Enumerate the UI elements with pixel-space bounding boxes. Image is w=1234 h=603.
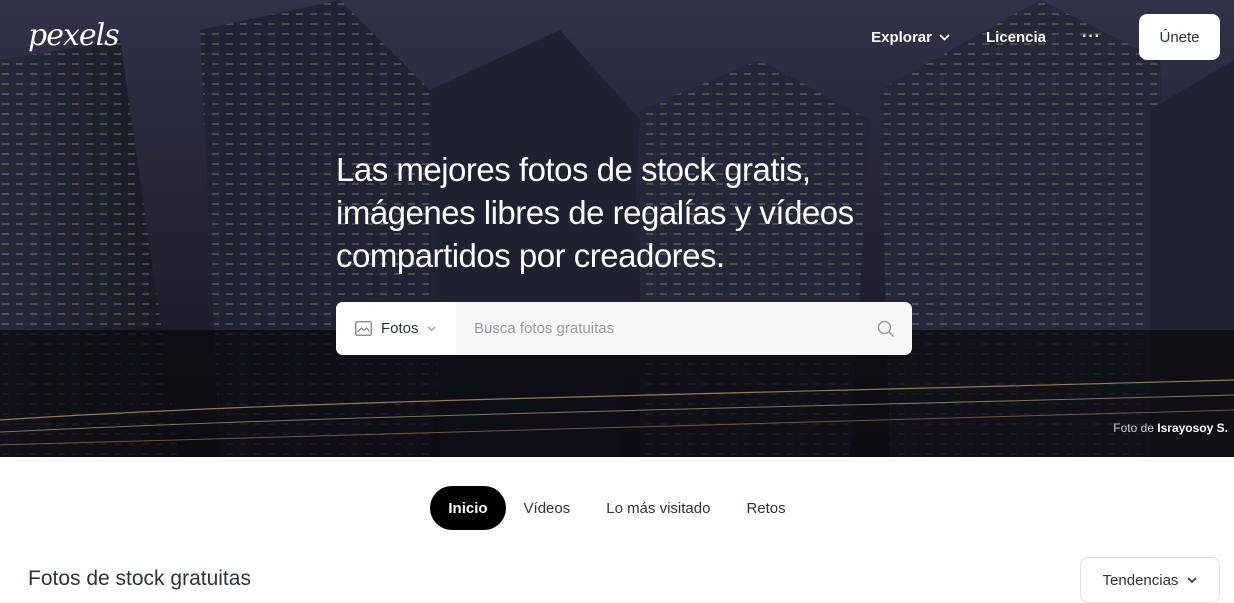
content-tabs: Inicio Vídeos Lo más visitado Retos: [0, 486, 1234, 530]
more-menu-button[interactable]: ···: [1082, 28, 1101, 46]
tab-popular[interactable]: Lo más visitado: [588, 486, 728, 530]
section-title: Fotos de stock gratuitas: [28, 567, 251, 590]
chevron-down-icon: [427, 326, 435, 331]
search-type-label: Fotos: [381, 320, 419, 337]
search-submit-button[interactable]: [860, 320, 912, 338]
chevron-down-icon: [1187, 576, 1198, 583]
join-button[interactable]: Únete: [1139, 14, 1220, 60]
sort-label: Tendencias: [1102, 571, 1179, 589]
photo-credit: Foto de Israyosoy S.: [1113, 421, 1228, 435]
chevron-down-icon: [939, 33, 950, 41]
pexels-logo[interactable]: pexels: [28, 18, 120, 53]
tab-inicio[interactable]: Inicio: [430, 486, 506, 530]
search-bar: Fotos: [336, 302, 912, 355]
hero-headline: Las mejores fotos de stock gratis, imáge…: [336, 151, 854, 274]
license-link[interactable]: Licencia: [986, 29, 1046, 46]
tab-videos[interactable]: Vídeos: [506, 486, 589, 530]
search-icon: [877, 320, 894, 337]
search-input[interactable]: [456, 302, 860, 355]
search-type-dropdown[interactable]: Fotos: [336, 302, 456, 355]
explore-label: Explorar: [871, 28, 932, 46]
tab-challenges[interactable]: Retos: [728, 486, 803, 530]
hero-banner: pexels Explorar Licencia ··· Únete Las m…: [0, 0, 1234, 457]
photo-credit-prefix: Foto de: [1113, 421, 1154, 435]
explore-menu-button[interactable]: Explorar: [871, 29, 950, 46]
image-icon: [355, 321, 372, 336]
photo-credit-author[interactable]: Israyosoy S.: [1157, 421, 1228, 435]
sort-dropdown[interactable]: Tendencias: [1080, 557, 1220, 603]
top-nav: Explorar Licencia ··· Únete: [871, 14, 1220, 60]
